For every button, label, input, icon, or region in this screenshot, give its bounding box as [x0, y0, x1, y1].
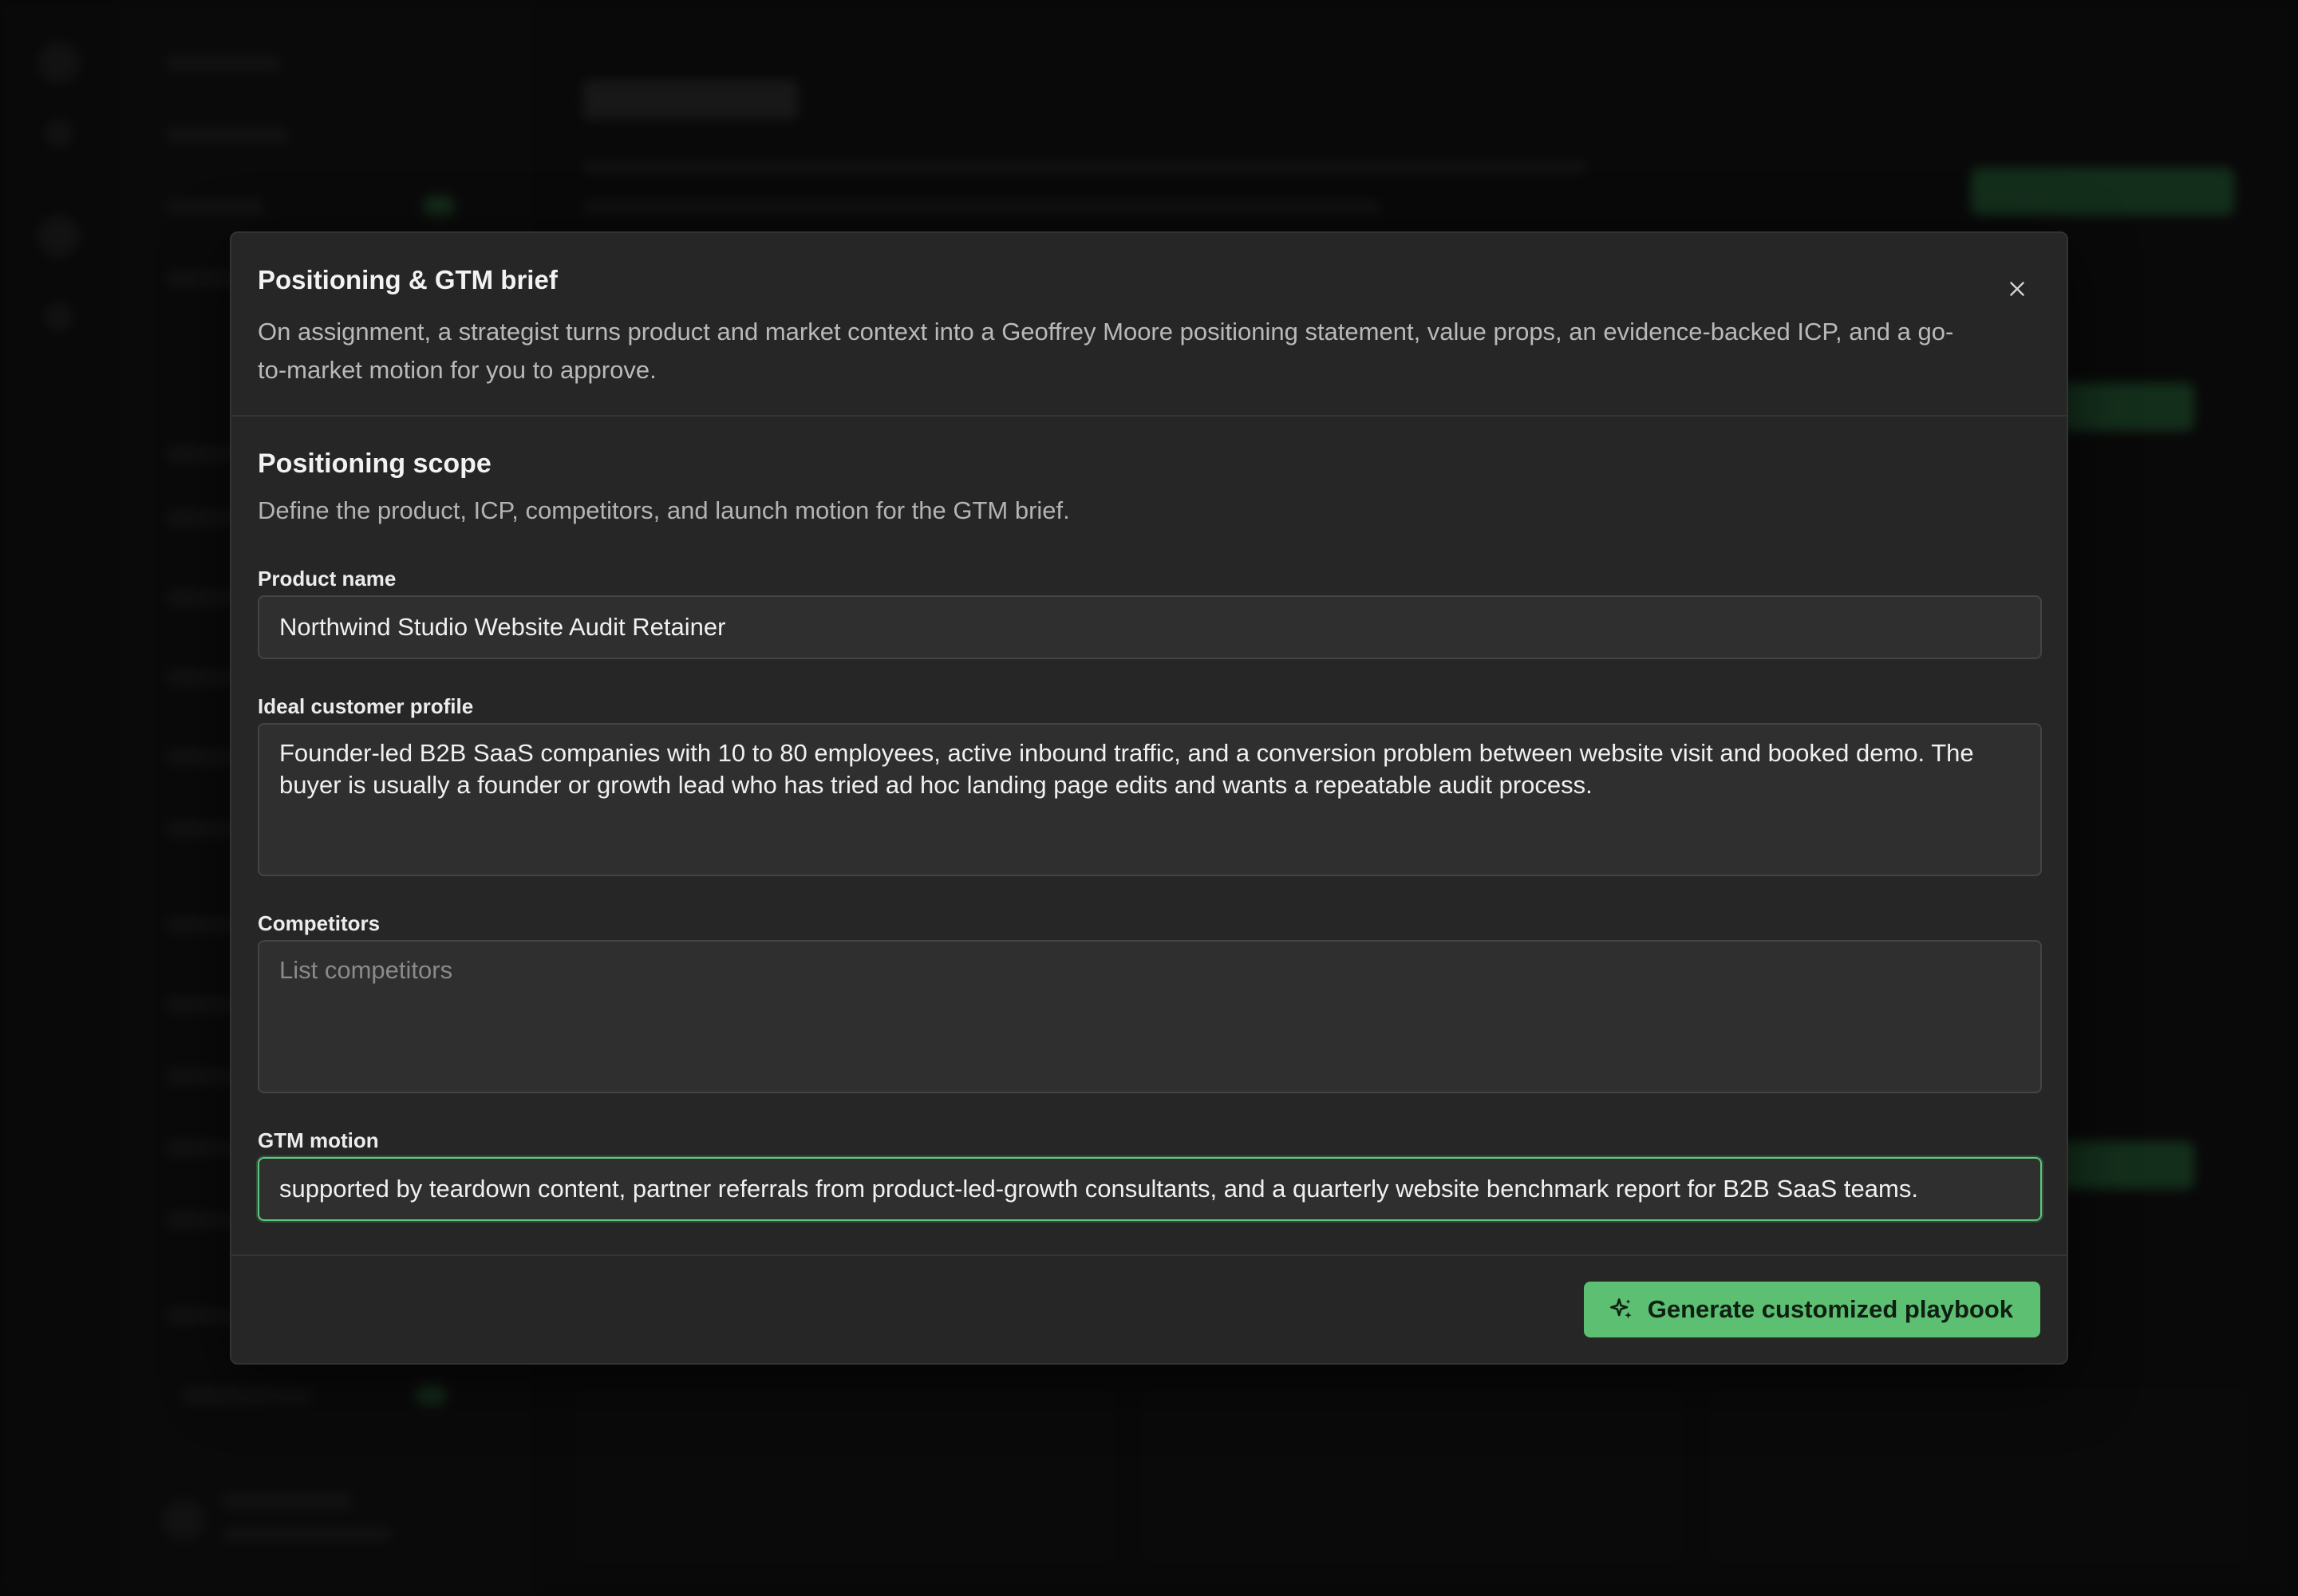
modal-footer: Generate customized playbook: [231, 1254, 2067, 1363]
close-button[interactable]: [2000, 271, 2035, 306]
product-name-label: Product name: [258, 567, 397, 591]
product-name-input[interactable]: Northwind Studio Website Audit Retainer: [258, 595, 2042, 659]
close-icon: [2010, 282, 2024, 296]
modal-header: Positioning & GTM brief On assignment, a…: [231, 233, 2067, 417]
gtm-motion-value: supported by teardown content, partner r…: [279, 1175, 1918, 1203]
icp-label: Ideal customer profile: [258, 694, 474, 718]
gtm-motion-input[interactable]: supported by teardown content, partner r…: [258, 1157, 2042, 1221]
modal-title: Positioning & GTM brief: [258, 265, 558, 294]
generate-playbook-label: Generate customized playbook: [1647, 1295, 2013, 1323]
positioning-modal: Positioning & GTM brief On assignment, a…: [230, 231, 2068, 1365]
gtm-motion-label: GTM motion: [258, 1128, 379, 1152]
modal-body: Positioning scope Define the product, IC…: [231, 417, 2067, 1246]
modal-description: On assignment, a strategist turns produc…: [258, 318, 1954, 384]
icp-textarea[interactable]: Founder-led B2B SaaS companies with 10 t…: [258, 723, 2042, 876]
competitors-label: Competitors: [258, 911, 381, 935]
competitors-textarea[interactable]: List competitors: [258, 940, 2042, 1093]
section-title: Positioning scope: [258, 448, 492, 479]
generate-playbook-button[interactable]: Generate customized playbook: [1583, 1282, 2040, 1337]
sparkles-icon: [1609, 1298, 1632, 1319]
section-description: Define the product, ICP, competitors, an…: [258, 496, 1070, 524]
